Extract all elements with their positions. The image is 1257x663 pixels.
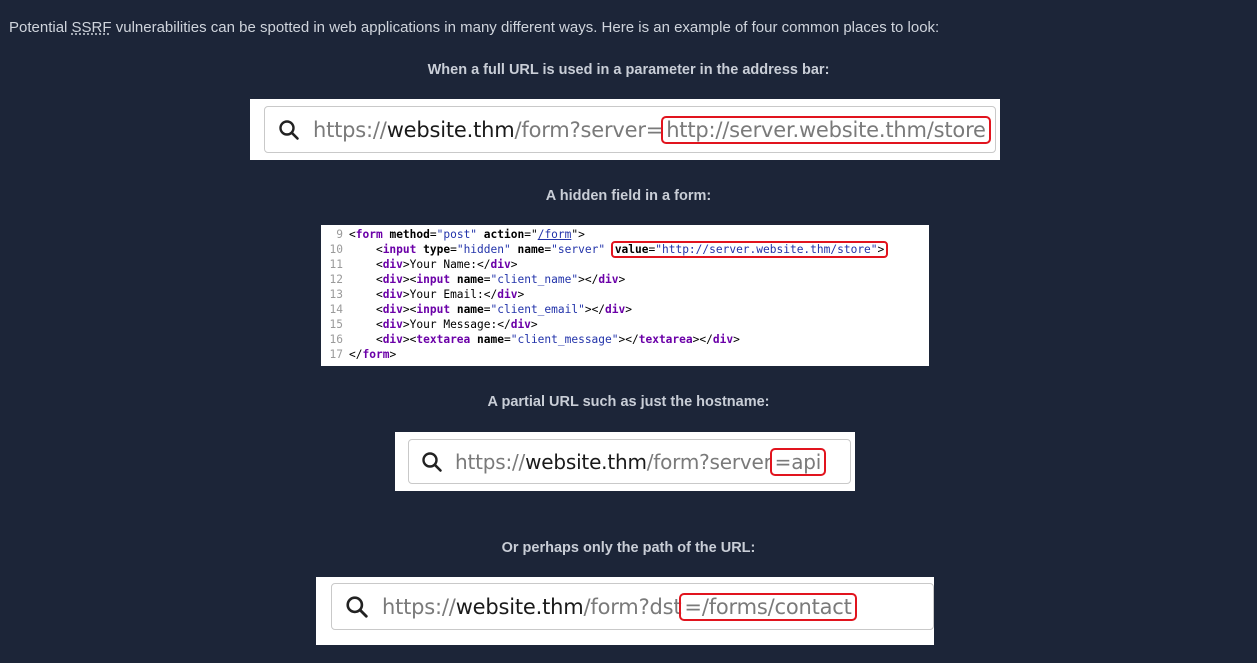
url-text: https://website.thm/form?server =api xyxy=(455,447,827,476)
url-highlight-box: =api xyxy=(769,447,827,476)
form-action-link[interactable]: /form xyxy=(538,228,572,241)
screenshot-url-path: https://website.thm/form?dst =/forms/cont… xyxy=(316,577,934,645)
address-bar: https://website.thm/form?server =api xyxy=(408,439,851,484)
caption-full-url: When a full URL is used in a parameter i… xyxy=(427,62,830,78)
url-text: https://website.thm/form?dst =/forms/cont… xyxy=(382,592,857,621)
url-highlight-box: =/forms/contact xyxy=(679,592,857,621)
screenshot-partial-url: https://website.thm/form?server =api xyxy=(395,432,855,491)
url-host: website.thm xyxy=(525,449,647,474)
url-host: website.thm xyxy=(455,594,584,619)
search-icon xyxy=(409,451,455,473)
screenshot-full-url: https://website.thm/form?server= http://s… xyxy=(250,99,1000,160)
screenshot-code: 9 <form method="post" action="/form"> 10 … xyxy=(321,225,929,366)
ssrf-abbreviation[interactable]: SSRF xyxy=(72,19,112,36)
caption-partial-url: A partial URL such as just the hostname: xyxy=(487,394,770,410)
search-icon xyxy=(332,595,382,619)
search-icon xyxy=(265,119,313,141)
address-bar: https://website.thm/form?dst =/forms/cont… xyxy=(331,583,934,630)
url-path: /form?server xyxy=(646,449,772,474)
value-highlight-box: value="http://server.website.thm/store"> xyxy=(610,241,889,258)
caption-url-path: Or perhaps only the path of the URL: xyxy=(501,540,756,556)
url-text: https://website.thm/form?server= http://s… xyxy=(313,115,991,144)
url-scheme: https:// xyxy=(313,117,387,142)
intro-paragraph: Potential SSRF vulnerabilities can be sp… xyxy=(9,18,939,38)
code-block: 9 <form method="post" action="/form"> 10 … xyxy=(323,227,889,362)
url-host: website.thm xyxy=(386,117,515,142)
url-path: /form?server= xyxy=(514,117,664,142)
url-path: /form?dst xyxy=(583,594,682,619)
intro-text-before: Potential xyxy=(9,19,72,36)
url-scheme: https:// xyxy=(455,449,526,474)
intro-text-after: vulnerabilities can be spotted in web ap… xyxy=(111,19,940,36)
caption-hidden-field: A hidden field in a form: xyxy=(545,188,712,204)
address-bar: https://website.thm/form?server= http://s… xyxy=(264,106,996,153)
url-highlight-box: http://server.website.thm/store xyxy=(661,115,991,144)
url-scheme: https:// xyxy=(382,594,456,619)
